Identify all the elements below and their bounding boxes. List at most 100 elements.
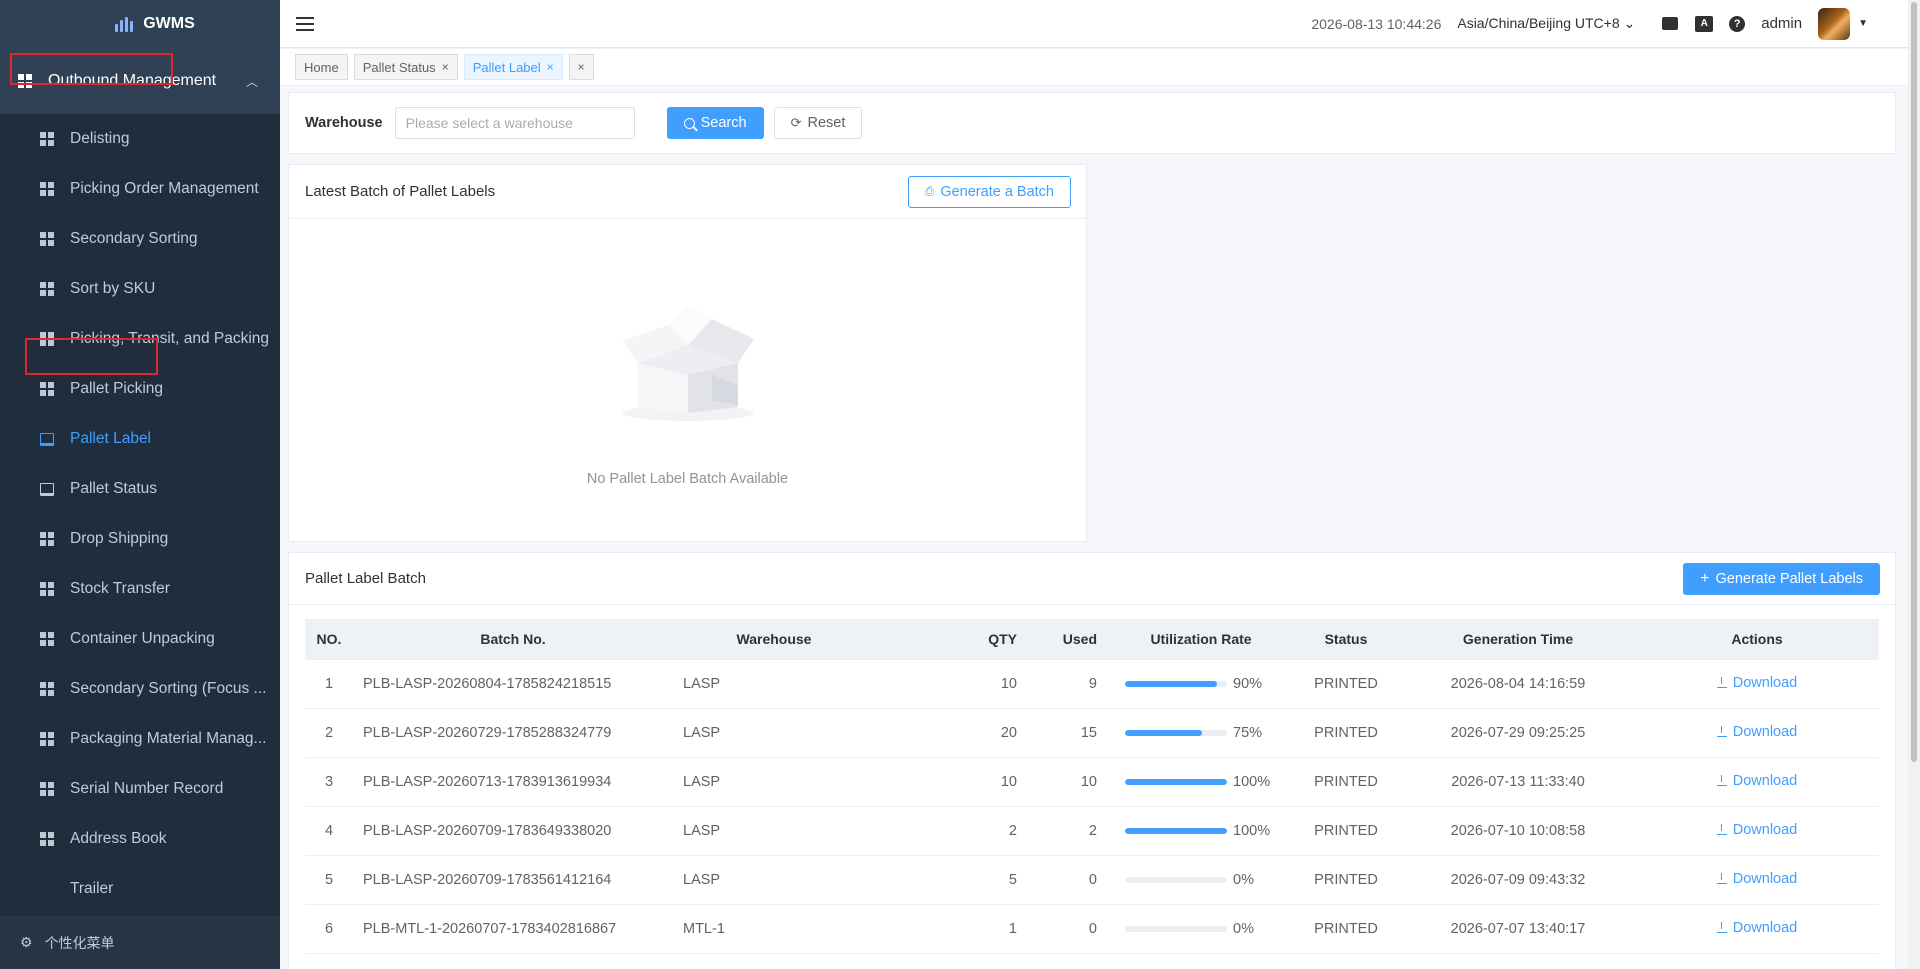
download-label: Download (1732, 870, 1798, 887)
gear-icon: ⚙ (20, 934, 33, 950)
warehouse-select[interactable] (394, 107, 635, 139)
generate-batch-button[interactable]: ⎙ Generate a Batch (907, 175, 1071, 208)
tab-home[interactable]: Home (295, 54, 348, 80)
tab-label: Pallet Status (362, 59, 436, 75)
sidebar-item-sort-by-sku[interactable]: Sort by SKU (0, 264, 280, 314)
sidebar-item-picking-transit-and-packing[interactable]: Picking, Transit, and Packing (0, 314, 280, 364)
app-name: GWMS (143, 15, 195, 32)
search-button[interactable]: Search (666, 107, 764, 139)
tab-pallet-status[interactable]: Pallet Status × (353, 54, 458, 80)
row-number: 5 (305, 855, 353, 905)
search-form: Warehouse Search ⟳ Reset (288, 92, 1896, 154)
download-button[interactable]: Download (1716, 870, 1798, 887)
sidebar-item-label: Secondary Sorting (70, 230, 198, 247)
status-cell: PRINTED (1291, 659, 1401, 709)
utilization-progress-bar (1125, 680, 1227, 687)
caret-down-icon[interactable]: ▼ (1858, 18, 1868, 29)
empty-box-illustration (289, 285, 1086, 428)
sidebar-item-pallet-picking[interactable]: Pallet Picking (0, 364, 280, 414)
sidebar-item-container-unpacking[interactable]: Container Unpacking (0, 614, 280, 664)
utilization-rate: 100% (1233, 822, 1271, 839)
utilization-progress-bar (1125, 925, 1227, 932)
hamburger-icon[interactable] (296, 16, 314, 31)
status-cell: PRINTED (1291, 806, 1401, 856)
tab-pallet-label[interactable]: Pallet Label × (463, 54, 563, 80)
table-row: 4 PLB-LASP-20260709-1783649338020 LASP 2 2 10… (305, 806, 1879, 856)
close-icon[interactable]: × (547, 60, 554, 74)
avatar[interactable] (1818, 7, 1851, 40)
download-button[interactable]: Download (1716, 822, 1797, 838)
sidebar-item-stock-transfer[interactable]: Stock Transfer (0, 564, 280, 614)
batch-table: NO. Batch No. Warehouse QTY Used Utilization … (305, 619, 1879, 954)
app-logo[interactable]: GWMS (0, 0, 280, 48)
help-icon[interactable]: ? (1729, 15, 1746, 32)
warehouse-cell: LASP (673, 659, 875, 709)
utilization-rate: 90% (1233, 675, 1263, 692)
sidebar-item-pallet-status[interactable]: Pallet Status (0, 464, 280, 514)
current-datetime: 2026-08-13 10:44:26 (1311, 15, 1442, 32)
grid-icon (40, 132, 54, 146)
sidebar-item-packaging-material-manag[interactable]: Packaging Material Manag... (0, 714, 280, 764)
sidebar-item-pallet-label[interactable]: Pallet Label (0, 414, 280, 464)
row-number: 3 (305, 757, 353, 807)
user-name[interactable]: admin (1761, 15, 1802, 32)
sidebar-item-label: Picking, Transit, and Packing (70, 330, 270, 347)
sidebar-item-serial-number-record[interactable]: Serial Number Record (0, 764, 280, 814)
grid-icon (40, 232, 54, 246)
sidebar-item-label: Sort by SKU (70, 280, 156, 297)
table-row: 2 PLB-LASP-20260729-1785288324779 LASP 20 15… (305, 708, 1879, 758)
download-button[interactable]: Download (1716, 674, 1798, 691)
table-row: 5 PLB-LASP-20260709-1783561412164 LASP 5 0 0%… (305, 855, 1879, 905)
actions-cell: Download (1635, 904, 1879, 954)
language-icon[interactable]: A (1695, 15, 1714, 32)
status-cell: PRINTED (1291, 904, 1401, 954)
close-icon: × (577, 60, 585, 74)
warehouse-cell: LASP (673, 757, 875, 807)
page-scrollbar[interactable] (1908, 0, 1920, 969)
used-cell: 0 (1031, 904, 1111, 954)
timezone-select[interactable]: Asia/China/Beijing UTC+8 ⌄ (1457, 15, 1635, 32)
utilization-cell: 100% (1111, 806, 1291, 856)
chevron-down-icon: ⌄ (1623, 15, 1636, 31)
sidebar-item-address-book[interactable]: Address Book (0, 814, 280, 864)
personalized-menu[interactable]: ⚙ 个性化菜单 (0, 915, 280, 969)
column-header: Used (1031, 619, 1111, 660)
download-button[interactable]: Download (1716, 920, 1797, 936)
message-icon[interactable] (1661, 15, 1679, 33)
sidebar-item-secondary-sorting[interactable]: Secondary Sorting (0, 214, 280, 264)
generate-pallet-labels-button[interactable]: + Generate Pallet Labels (1683, 562, 1880, 595)
close-icon[interactable]: × (442, 60, 449, 74)
menu-outbound-label: Outbound Management (48, 72, 217, 89)
column-header: NO. (305, 619, 353, 660)
actions-cell: Download (1635, 855, 1879, 905)
grid-icon (40, 732, 54, 746)
menu-outbound-management[interactable]: Outbound Management ︿ (0, 48, 280, 114)
sidebar-item-trailer[interactable]: Trailer (0, 864, 280, 914)
sidebar-item-label: Pallet Label (70, 430, 152, 447)
download-label: Download (1732, 674, 1798, 691)
sidebar-item-picking-order-management[interactable]: Picking Order Management (0, 164, 280, 214)
top-header: 2026-08-13 10:44:26 Asia/China/Beijing U… (280, 0, 1908, 48)
close-all-tabs-button[interactable]: × (568, 54, 594, 80)
used-cell: 9 (1031, 659, 1111, 709)
refresh-icon: ⟳ (790, 115, 802, 130)
tags-view: Home Pallet Status × Pallet Label × × (280, 49, 1908, 85)
reset-button[interactable]: ⟳ Reset (773, 107, 863, 139)
generation-time: 2026-07-09 09:43:32 (1401, 855, 1635, 905)
utilization-rate: 0% (1233, 920, 1254, 937)
sidebar-item-label: Trailer (70, 880, 114, 897)
column-header: Utilization Rate (1111, 619, 1291, 660)
grid-icon (40, 532, 54, 546)
latest-batch-panel: Latest Batch of Pallet Labels ⎙ Generate… (288, 164, 1087, 542)
utilization-progress-bar (1125, 729, 1227, 736)
sidebar-item-label: Pallet Status (70, 480, 158, 497)
sidebar-item-drop-shipping[interactable]: Drop Shipping (0, 514, 280, 564)
sidebar-item-secondary-sorting-focus[interactable]: Secondary Sorting (Focus ... (0, 664, 280, 714)
download-button[interactable]: Download (1716, 773, 1797, 789)
utilization-cell: 75% (1111, 708, 1291, 758)
actions-cell: Download (1635, 806, 1879, 856)
download-button[interactable]: Download (1716, 724, 1797, 740)
sidebar-item-delisting[interactable]: Delisting (0, 114, 280, 164)
qty-cell: 2 (875, 806, 1031, 856)
table-header: NO. Batch No. Warehouse QTY Used Utilization … (305, 619, 1879, 660)
